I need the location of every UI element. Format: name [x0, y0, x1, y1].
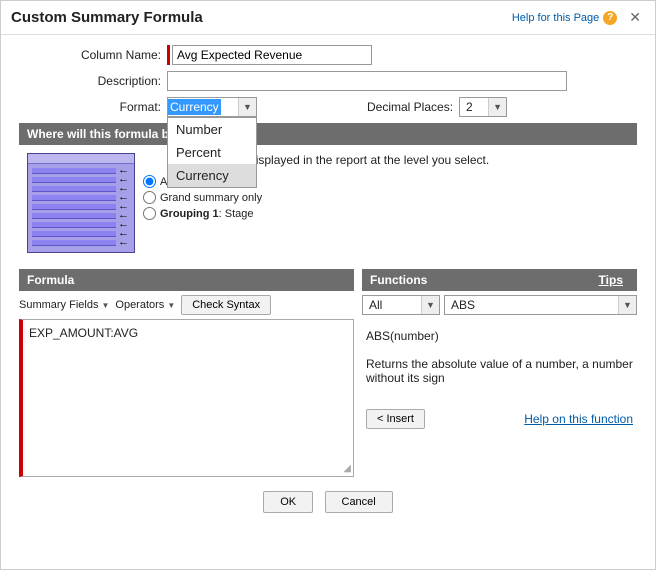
decimal-places-label: Decimal Places: — [367, 100, 453, 114]
title-bar: Custom Summary Formula Help for this Pag… — [1, 1, 655, 35]
formula-toolbar: Summary Fields ▼ Operators ▼ Check Synta… — [19, 291, 354, 319]
functions-toolbar: All ▼ ABS ▼ — [362, 291, 637, 319]
formula-location-diagram: ←←← ←←← ←←← — [27, 153, 135, 253]
column-name-input[interactable] — [172, 45, 372, 65]
help-icon[interactable]: ? — [603, 11, 617, 25]
radio-grouping-value: : Stage — [219, 208, 254, 220]
function-name-value: ABS — [445, 298, 618, 312]
chevron-down-icon[interactable]: ▼ — [618, 296, 636, 314]
formula-textarea[interactable]: EXP_AMOUNT:AVG ◢ — [19, 319, 354, 477]
functions-column: Functions Tips All ▼ ABS ▼ ABS(number) R… — [362, 269, 637, 477]
function-name-select[interactable]: ABS ▼ — [444, 295, 637, 315]
help-for-page-link[interactable]: Help for this Page — [512, 12, 599, 24]
radio-all-input[interactable] — [143, 175, 156, 188]
radio-grand-only[interactable]: Grand summary only — [143, 191, 629, 204]
cancel-button[interactable]: Cancel — [325, 491, 393, 513]
operators-label: Operators — [115, 299, 164, 311]
where-body: ←←← ←←← ←←← ation will be displayed in t… — [19, 145, 637, 261]
help-on-function-link[interactable]: Help on this function — [524, 412, 633, 426]
column-name-row: Column Name: — [19, 45, 637, 65]
formula-functions-row: Formula Summary Fields ▼ Operators ▼ Che… — [19, 269, 637, 477]
chevron-down-icon[interactable]: ▼ — [421, 296, 439, 314]
functions-header-label: Functions — [370, 273, 427, 287]
radio-grouping-input[interactable] — [143, 207, 156, 220]
formula-text: EXP_AMOUNT:AVG — [29, 326, 138, 340]
format-row: Format: Currency ▼ Number Percent Curren… — [19, 97, 637, 117]
radio-grand-input[interactable] — [143, 191, 156, 204]
format-option-number[interactable]: Number — [168, 118, 256, 141]
dialog-title: Custom Summary Formula — [11, 9, 512, 26]
format-option-currency[interactable]: Currency — [168, 164, 256, 187]
radio-grouping-label: Grouping 1 — [160, 208, 219, 220]
decimal-places-select[interactable]: 2 ▼ — [459, 97, 507, 117]
format-dropdown: Number Percent Currency — [167, 117, 257, 188]
chevron-down-icon[interactable]: ▼ — [488, 98, 506, 116]
column-name-label: Column Name: — [19, 48, 167, 62]
operators-dropdown[interactable]: Operators ▼ — [115, 299, 175, 311]
ok-button[interactable]: OK — [263, 491, 313, 513]
chevron-down-icon: ▼ — [167, 301, 175, 310]
radio-grouping-1[interactable]: Grouping 1 : Stage — [143, 207, 629, 220]
format-select[interactable]: Currency ▼ Number Percent Currency — [167, 97, 257, 117]
format-value: Currency — [168, 99, 221, 115]
function-category-select[interactable]: All ▼ — [362, 295, 440, 315]
summary-fields-dropdown[interactable]: Summary Fields ▼ — [19, 299, 109, 311]
format-label: Format: — [19, 100, 167, 114]
function-description-box: ABS(number) Returns the absolute value o… — [362, 319, 637, 439]
radio-grand-label: Grand summary only — [160, 192, 262, 204]
where-header: Where will this formula b — [19, 123, 637, 145]
function-description: Returns the absolute value of a number, … — [366, 357, 633, 385]
required-indicator — [167, 45, 170, 65]
chevron-down-icon[interactable]: ▼ — [238, 98, 256, 116]
format-option-percent[interactable]: Percent — [168, 141, 256, 164]
custom-summary-formula-dialog: Custom Summary Formula Help for this Pag… — [0, 0, 656, 570]
description-input[interactable] — [167, 71, 567, 91]
dialog-content: Column Name: Description: Format: Curren… — [1, 35, 655, 531]
functions-header: Functions Tips — [362, 269, 637, 291]
function-category-value: All — [363, 298, 421, 312]
formula-column: Formula Summary Fields ▼ Operators ▼ Che… — [19, 269, 354, 477]
description-label: Description: — [19, 74, 167, 88]
tips-link[interactable]: Tips — [599, 273, 629, 287]
function-signature: ABS(number) — [366, 329, 633, 343]
function-bottom-row: < Insert Help on this function — [366, 385, 633, 429]
dialog-buttons: OK Cancel — [19, 477, 637, 521]
resize-grip-icon[interactable]: ◢ — [343, 463, 351, 474]
formula-header: Formula — [19, 269, 354, 291]
insert-function-button[interactable]: < Insert — [366, 409, 425, 429]
close-icon[interactable]: ✕ — [625, 9, 645, 26]
check-syntax-button[interactable]: Check Syntax — [181, 295, 271, 315]
decimal-places-value: 2 — [460, 100, 479, 114]
chevron-down-icon: ▼ — [101, 301, 109, 310]
decimal-places-block: Decimal Places: 2 ▼ — [367, 97, 507, 117]
description-row: Description: — [19, 71, 637, 91]
summary-fields-label: Summary Fields — [19, 299, 98, 311]
